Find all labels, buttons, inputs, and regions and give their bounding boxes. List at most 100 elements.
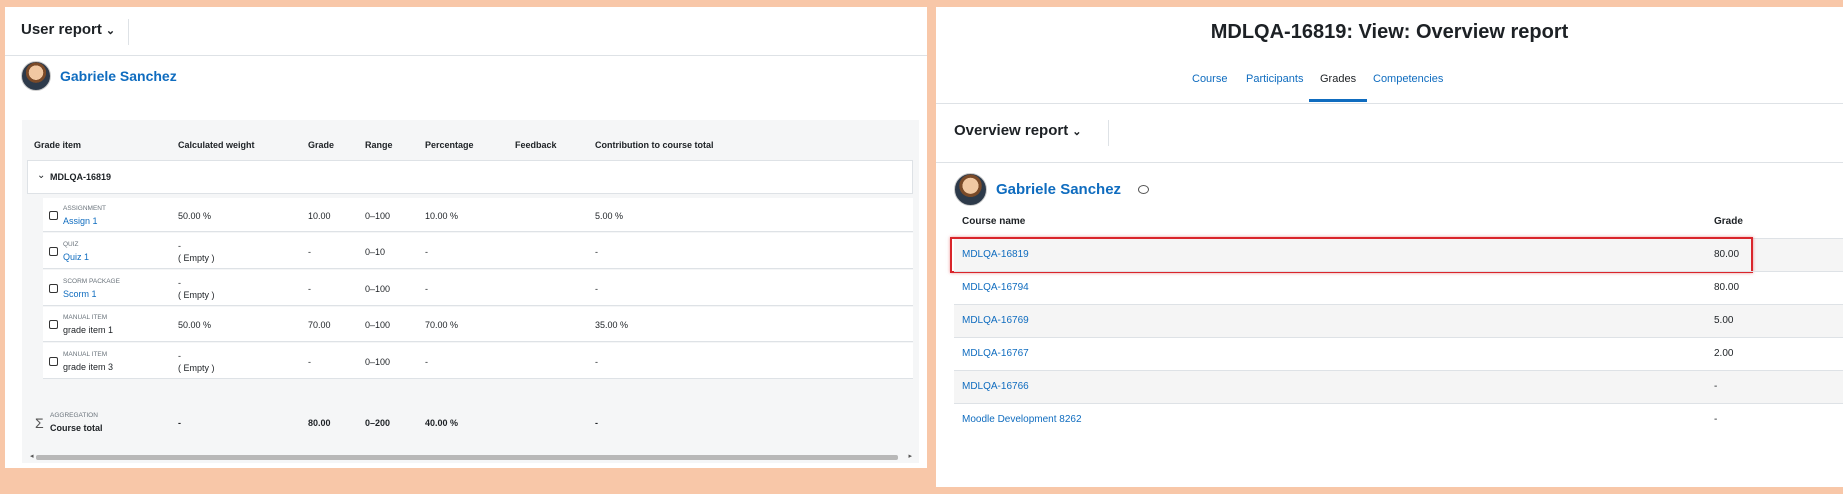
- tab-grades[interactable]: Grades: [1309, 73, 1368, 102]
- item-type: MANUAL ITEM: [63, 314, 108, 321]
- course-grade: 5.00: [1714, 315, 1734, 326]
- item-weight-empty: ( Empty ): [178, 290, 215, 300]
- tab-participants[interactable]: Participants: [1246, 73, 1303, 102]
- report-selector[interactable]: User report ⌄: [21, 21, 115, 38]
- table-row: MDLQA-16819 80.00: [950, 237, 1843, 273]
- report-selector-label: Overview report: [954, 122, 1069, 139]
- course-link[interactable]: MDLQA-16769: [962, 315, 1029, 326]
- item-type: AGGREGATION: [50, 412, 98, 419]
- item-name: grade item 3: [63, 362, 114, 372]
- item-weight-empty: ( Empty ): [178, 363, 215, 373]
- item-contribution: 5.00 %: [595, 211, 624, 221]
- item-weight-empty: ( Empty ): [178, 253, 215, 263]
- item-grade: -: [308, 284, 311, 294]
- overview-report-header: Overview report ⌄: [936, 103, 1843, 163]
- scorm-icon: [49, 284, 58, 293]
- item-percentage: -: [425, 357, 428, 367]
- scrollbar-thumb[interactable]: [36, 455, 898, 460]
- table-row: ASSIGNMENT Assign 1 50.00 % 10.00 0–100 …: [43, 198, 913, 232]
- course-link[interactable]: MDLQA-16767: [962, 348, 1029, 359]
- tab-course[interactable]: Course: [1192, 73, 1227, 102]
- table-row: MANUAL ITEM grade item 3 - ( Empty ) - 0…: [43, 343, 913, 379]
- col-contribution: Contribution to course total: [595, 140, 714, 150]
- tab-competencies[interactable]: Competencies: [1373, 73, 1443, 102]
- report-selector-label: User report: [21, 21, 102, 38]
- item-grade: 70.00: [308, 320, 331, 330]
- item-contribution: -: [595, 284, 598, 294]
- overview-report-panel: MDLQA-16819: View: Overview report Cours…: [936, 7, 1843, 487]
- user-report-header: User report ⌄: [5, 7, 927, 56]
- course-grade: -: [1714, 381, 1718, 392]
- item-weight: -: [178, 241, 181, 251]
- total-percentage: 40.00 %: [425, 418, 459, 428]
- course-grade: 2.00: [1714, 348, 1734, 359]
- item-grade: -: [308, 247, 311, 257]
- sigma-icon: Σ: [35, 415, 44, 431]
- item-weight: -: [178, 351, 181, 361]
- report-selector[interactable]: Overview report ⌄: [954, 122, 1081, 139]
- course-grade: -: [1714, 414, 1718, 425]
- course-total-row: Σ AGGREGATION Course total - 80.00 0–200…: [27, 406, 913, 444]
- col-feedback: Feedback: [515, 140, 557, 150]
- item-range: 0–10: [365, 247, 386, 257]
- user-heading: Gabriele Sanchez: [954, 173, 1150, 206]
- manual-item-icon: [49, 357, 58, 366]
- highlight-box: [950, 237, 1753, 273]
- avatar[interactable]: [21, 61, 51, 91]
- item-weight: 50.00 %: [178, 320, 212, 330]
- scroll-right-icon[interactable]: ▸: [908, 452, 912, 460]
- table-row: MDLQA-16767 2.00: [954, 337, 1843, 370]
- table-row: MDLQA-16769 5.00: [954, 304, 1843, 337]
- item-percentage: -: [425, 247, 428, 257]
- course-link[interactable]: MDLQA-16766: [962, 381, 1029, 392]
- course-link[interactable]: Moodle Development 8262: [962, 414, 1082, 425]
- category-name: MDLQA-16819: [50, 172, 112, 182]
- item-range: 0–100: [365, 320, 391, 330]
- item-weight: 50.00 %: [178, 211, 212, 221]
- item-contribution: -: [595, 357, 598, 367]
- user-name-link[interactable]: Gabriele Sanchez: [60, 68, 177, 84]
- course-link[interactable]: MDLQA-16794: [962, 282, 1029, 293]
- item-range: 0–100: [365, 211, 391, 221]
- message-icon[interactable]: [1138, 185, 1150, 194]
- col-range: Range: [365, 140, 393, 150]
- course-tabs: Course Participants Grades Competencies: [936, 67, 1843, 102]
- table-row: MDLQA-16766 -: [954, 370, 1843, 403]
- item-name-link[interactable]: Scorm 1: [63, 289, 97, 299]
- scroll-left-icon[interactable]: ◂: [30, 452, 34, 460]
- total-range: 0–200: [365, 418, 391, 428]
- total-contribution: -: [595, 418, 598, 428]
- header-divider: [128, 19, 129, 45]
- user-name-link[interactable]: Gabriele Sanchez: [996, 181, 1121, 198]
- item-percentage: -: [425, 284, 428, 294]
- col-grade-item: Grade item: [34, 140, 82, 150]
- collapse-chevron-icon[interactable]: ⌄: [37, 170, 45, 181]
- item-name-link[interactable]: Quiz 1: [63, 252, 89, 262]
- item-range: 0–100: [365, 357, 391, 367]
- chevron-down-icon: ⌄: [1072, 126, 1082, 138]
- item-name-link[interactable]: Assign 1: [63, 216, 98, 226]
- assignment-icon: [49, 211, 58, 220]
- page-title: MDLQA-16819: View: Overview report: [1210, 21, 1569, 43]
- col-grade: Grade: [308, 140, 335, 150]
- user-heading: Gabriele Sanchez: [21, 61, 177, 91]
- table-row: QUIZ Quiz 1 - ( Empty ) - 0–10 - -: [43, 233, 913, 269]
- header-divider: [1108, 120, 1109, 146]
- horizontal-scrollbar[interactable]: ◂ ▸: [30, 452, 912, 461]
- item-percentage: 70.00 %: [425, 320, 459, 330]
- item-name: grade item 1: [63, 325, 114, 335]
- quiz-icon: [49, 247, 58, 256]
- item-contribution: -: [595, 247, 598, 257]
- table-row: MANUAL ITEM grade item 1 50.00 % 70.00 0…: [43, 307, 913, 342]
- avatar[interactable]: [954, 173, 987, 206]
- course-grade: 80.00: [1714, 282, 1740, 293]
- table-row: Moodle Development 8262 -: [954, 403, 1843, 436]
- item-type: ASSIGNMENT: [63, 205, 106, 212]
- item-percentage: 10.00 %: [425, 211, 459, 221]
- chevron-down-icon: ⌄: [105, 25, 116, 37]
- item-type: SCORM PACKAGE: [63, 278, 120, 285]
- item-type: QUIZ: [63, 241, 79, 248]
- grade-table: Grade item Calculated weight Grade Range…: [22, 120, 919, 463]
- category-row: ⌄ MDLQA-16819: [27, 160, 913, 194]
- item-grade: 10.00: [308, 211, 331, 221]
